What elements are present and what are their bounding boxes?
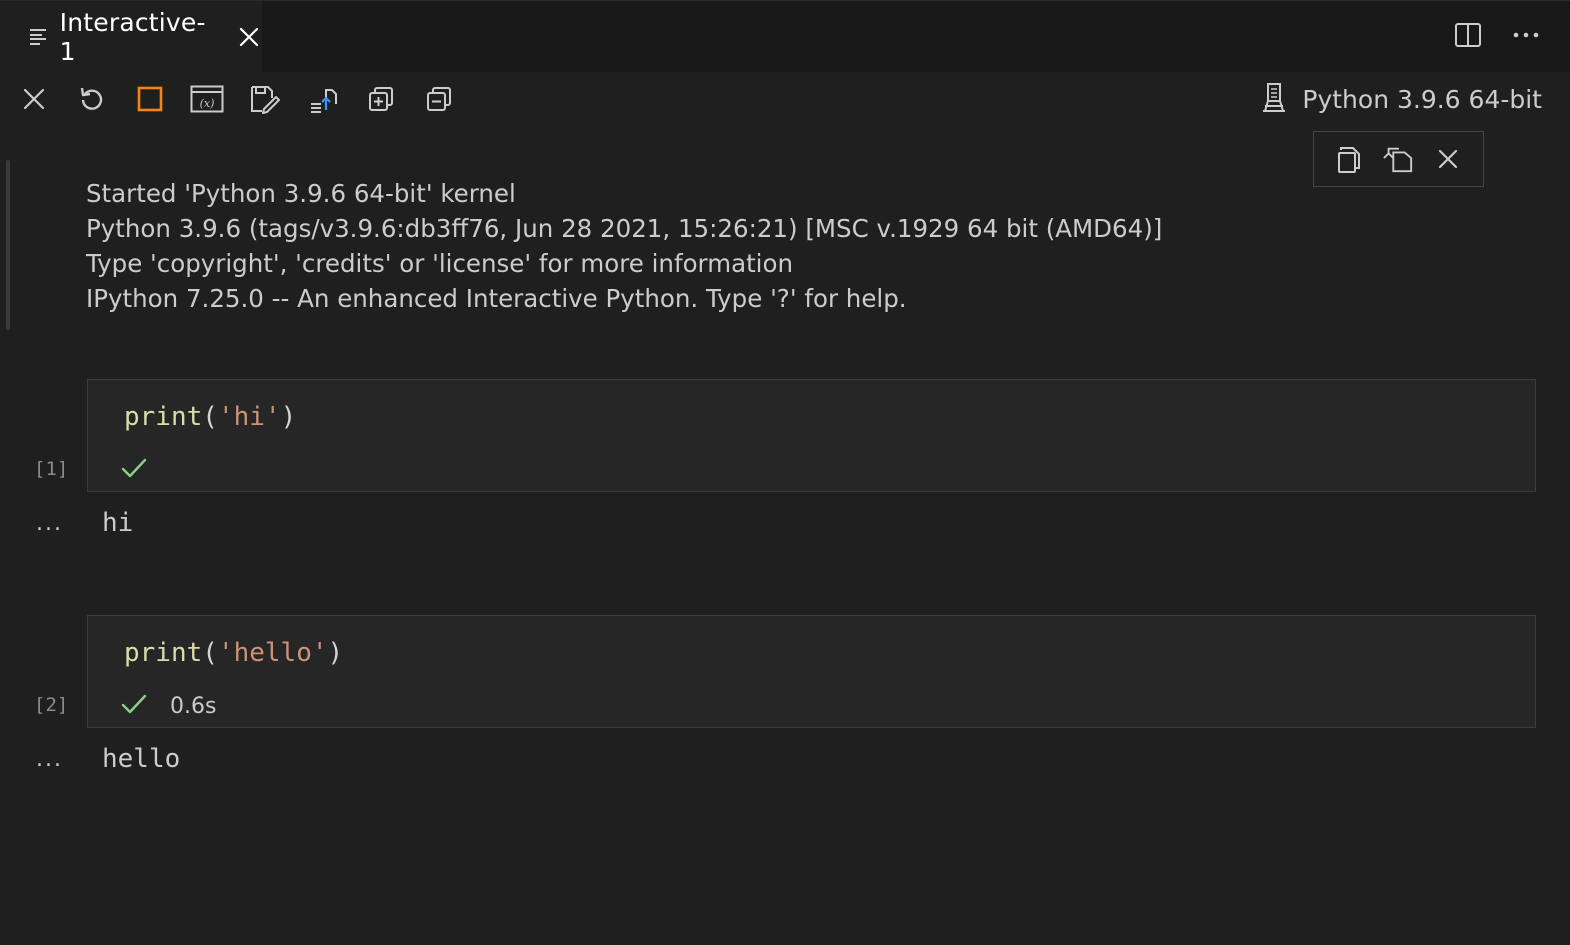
kernel-picker[interactable]: Python 3.9.6 64-bit (1260, 80, 1542, 118)
kernel-icon (1260, 81, 1288, 117)
interactive-toolbar: (x) Python 3.9.6 64-bit (0, 72, 1570, 124)
output-toolbar (1313, 131, 1484, 187)
split-editor-icon[interactable] (1452, 19, 1484, 51)
restart-icon[interactable] (73, 80, 111, 118)
cell-output: hello (102, 744, 181, 774)
interrupt-icon[interactable] (131, 80, 169, 118)
tab-interactive-1[interactable]: Interactive-1 (0, 1, 262, 73)
cell-status: 0.6s (120, 692, 216, 720)
scroll-indicator[interactable] (6, 160, 10, 330)
collapse-all-icon[interactable] (420, 80, 458, 118)
expand-all-icon[interactable] (362, 80, 400, 118)
banner-line: IPython 7.25.0 -- An enhanced Interactiv… (86, 284, 907, 313)
kernel-banner: Started 'Python 3.9.6 64-bit' kernel Pyt… (86, 176, 1162, 316)
go-to-code-icon[interactable] (1382, 143, 1414, 175)
kernel-label: Python 3.9.6 64-bit (1302, 84, 1542, 114)
copy-icon[interactable] (1333, 143, 1365, 175)
output-collapse-dots[interactable]: ... (36, 511, 63, 536)
code-cell[interactable]: print('hello') 0.6s (87, 615, 1536, 728)
more-actions-icon[interactable] (1510, 19, 1542, 51)
export-icon[interactable] (304, 80, 342, 118)
cell-status (120, 456, 170, 484)
banner-line: Started 'Python 3.9.6 64-bit' kernel (86, 179, 516, 208)
code-cell[interactable]: print('hi') (87, 379, 1536, 492)
execution-count: [2] (34, 694, 69, 716)
tab-title: Interactive-1 (59, 8, 206, 66)
cell-code[interactable]: print('hello') (124, 638, 343, 668)
svg-text:(x): (x) (200, 97, 215, 110)
output-collapse-dots[interactable]: ... (36, 747, 63, 772)
cell-duration: 0.6s (170, 693, 217, 719)
success-check-icon (120, 456, 148, 484)
close-tab-icon[interactable] (237, 24, 262, 50)
clear-all-icon[interactable] (15, 80, 53, 118)
banner-line: Python 3.9.6 (tags/v3.9.6:db3ff76, Jun 2… (86, 214, 1163, 243)
execution-count: [1] (34, 458, 69, 480)
cell-code[interactable]: print('hi') (124, 402, 296, 432)
save-as-notebook-icon[interactable] (246, 80, 284, 118)
interactive-window-icon (30, 29, 48, 45)
cell-output: hi (102, 508, 134, 538)
delete-icon[interactable] (1432, 143, 1464, 175)
banner-line: Type 'copyright', 'credits' or 'license'… (86, 249, 794, 278)
variables-icon[interactable]: (x) (188, 80, 226, 118)
success-check-icon (120, 692, 148, 720)
tab-bar: Interactive-1 (0, 0, 1570, 73)
